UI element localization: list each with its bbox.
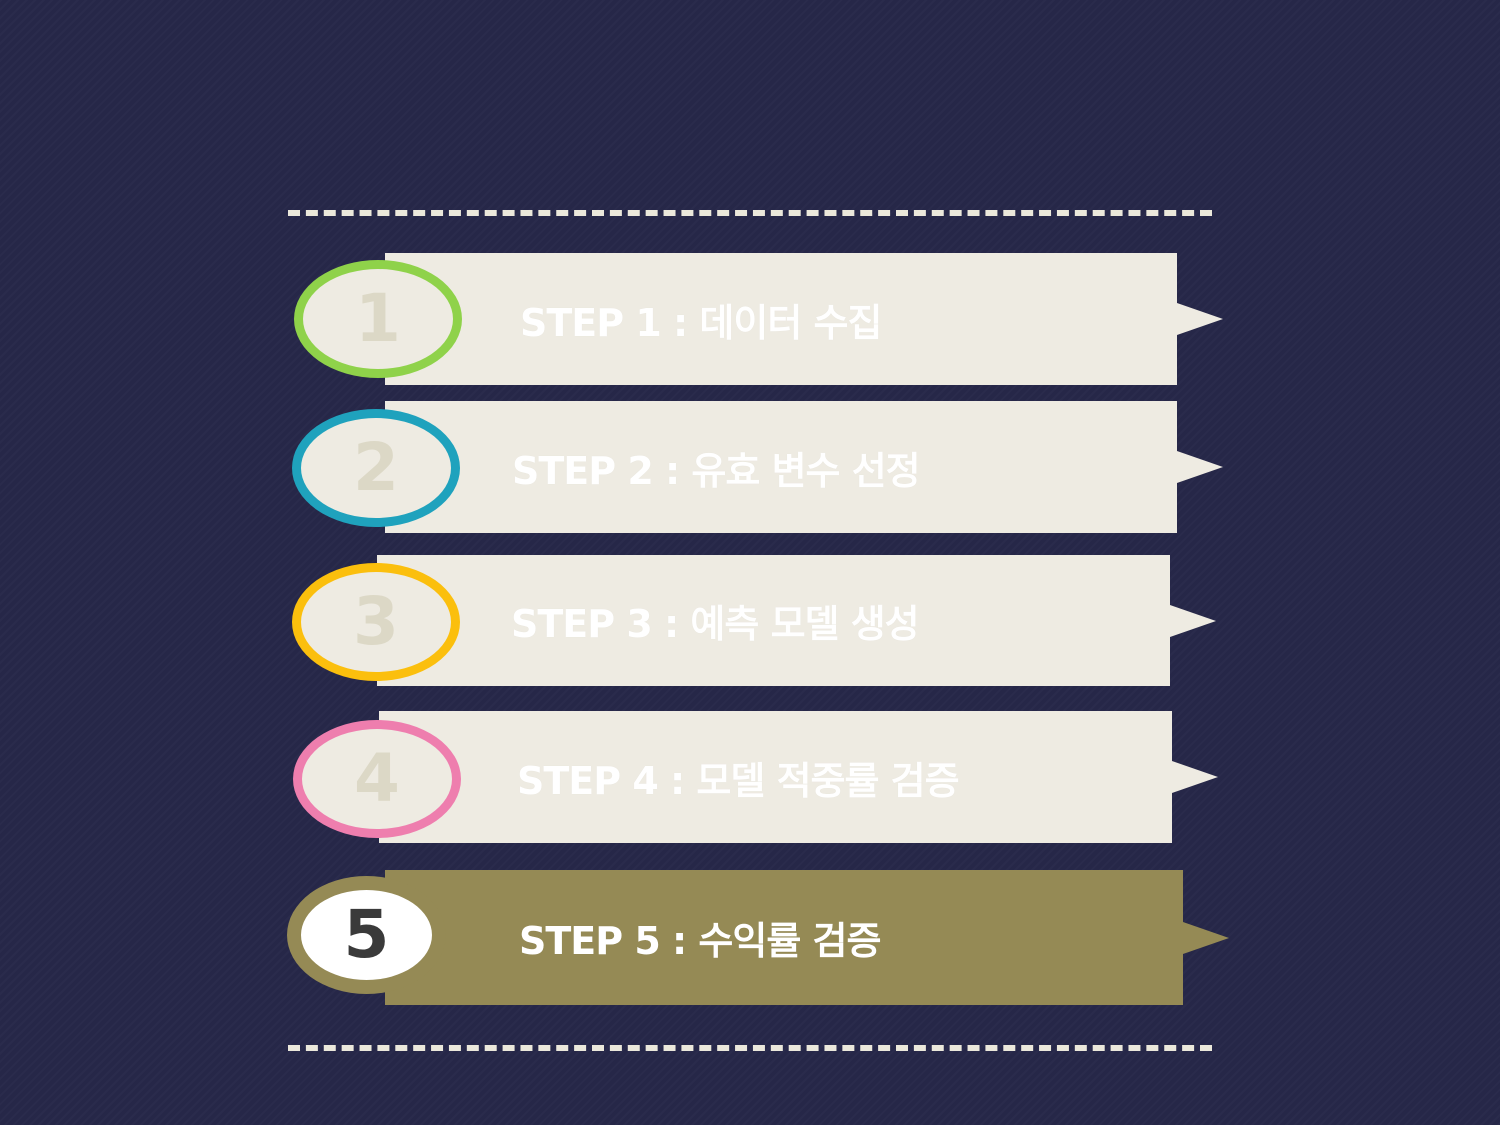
step-4-banner-pointer: [1172, 761, 1218, 793]
step-5-row: STEP 5 : 수익률 검증 5: [285, 870, 1230, 1005]
step-4-number: 4: [354, 740, 400, 817]
step-3-number-badge: 3: [292, 563, 460, 681]
step-1-row: STEP 1 : 데이터 수집 1: [290, 253, 1230, 385]
bottom-dashed-divider: [288, 1045, 1212, 1051]
step-2-number: 2: [353, 429, 399, 506]
step-2-row: STEP 2 : 유효 변수 선정 2: [290, 401, 1230, 533]
step-2-banner-pointer: [1177, 451, 1223, 483]
step-2-label: STEP 2 : 유효 변수 선정: [512, 448, 921, 493]
step-1-banner: STEP 1 : 데이터 수집: [385, 253, 1223, 385]
step-1-number: 1: [355, 280, 401, 357]
step-5-label: STEP 5 : 수익률 검증: [519, 919, 881, 963]
step-1-label: STEP 1 : 데이터 수집: [520, 300, 882, 345]
process-slide: STEP 1 : 데이터 수집 1 STEP 2 : 유효 변수 선정 2 ST…: [0, 0, 1500, 1125]
step-5-banner-pointer: [1183, 922, 1229, 954]
step-5-number-badge: 5: [287, 876, 446, 994]
step-3-number: 3: [353, 583, 399, 660]
step-1-number-badge: 1: [294, 260, 462, 378]
step-4-label: STEP 4 : 모델 적중률 검증: [517, 758, 960, 803]
step-4-banner: STEP 4 : 모델 적중률 검증: [379, 711, 1218, 843]
step-3-banner: STEP 3 : 예측 모델 생성: [377, 555, 1216, 686]
top-dashed-divider: [288, 210, 1212, 216]
step-5-banner: STEP 5 : 수익률 검증: [385, 870, 1229, 1005]
step-2-number-badge: 2: [292, 409, 460, 527]
step-4-row: STEP 4 : 모델 적중률 검증 4: [290, 711, 1230, 843]
step-2-banner: STEP 2 : 유효 변수 선정: [385, 401, 1223, 533]
step-3-banner-pointer: [1170, 605, 1216, 637]
step-4-number-badge: 4: [293, 720, 461, 838]
step-3-label: STEP 3 : 예측 모델 생성: [511, 602, 920, 646]
step-3-row: STEP 3 : 예측 모델 생성 3: [290, 555, 1230, 686]
step-5-number: 5: [343, 896, 390, 973]
step-1-banner-pointer: [1177, 303, 1223, 335]
